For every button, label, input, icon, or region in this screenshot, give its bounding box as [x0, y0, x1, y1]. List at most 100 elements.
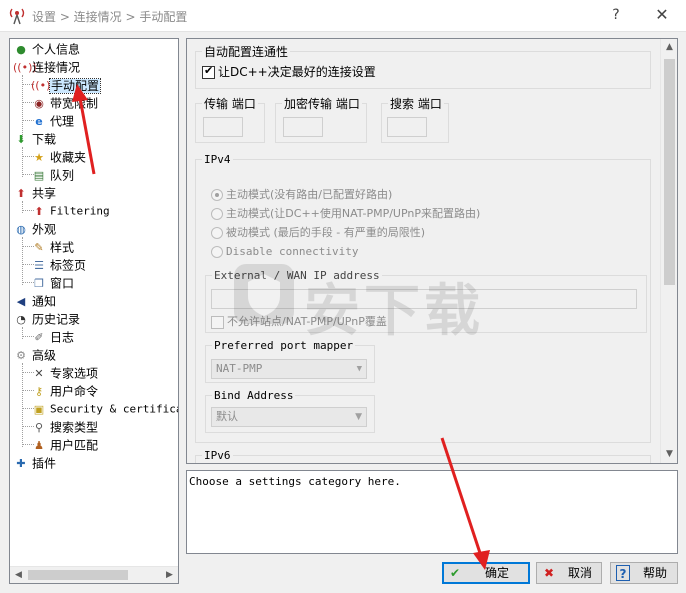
- chevron-down-icon: ▼: [356, 364, 362, 374]
- tree-item-user-matching[interactable]: ♟ 用户匹配: [31, 436, 98, 454]
- encrypted-port-legend: 加密传输 端口: [284, 97, 360, 111]
- cross-icon: ✖: [543, 566, 555, 580]
- plugin-icon: ✚: [16, 456, 26, 470]
- tree-item-personal-info[interactable]: ● 个人信息: [13, 40, 80, 58]
- search-port-input[interactable]: [387, 117, 427, 137]
- bind-address-legend: Bind Address: [214, 389, 294, 402]
- settings-category-tree[interactable]: ● 个人信息 ((•))连接情况 ((•))手动配置 ◉ 带宽限制 e 代理 ⬇ 下载 …: [9, 38, 179, 584]
- queue-icon: ▤: [33, 168, 45, 182]
- antenna-icon: ((•)): [13, 60, 37, 74]
- tree-item-tabs[interactable]: ☰ 标签页: [31, 256, 86, 274]
- tree-item-favorites[interactable]: ★ 收藏夹: [31, 148, 86, 166]
- tree-item-bandwidth-limit[interactable]: ◉ 带宽限制: [31, 94, 98, 112]
- tree-item-queue[interactable]: ▤ 队列: [31, 166, 74, 184]
- settings-vertical-scrollbar[interactable]: ▲ ▼: [660, 39, 677, 463]
- transfer-port-input[interactable]: [203, 117, 243, 137]
- scroll-left-icon[interactable]: ◀: [10, 567, 27, 583]
- scroll-down-icon[interactable]: ▼: [661, 446, 677, 463]
- folder-star-icon: ★: [34, 150, 44, 164]
- radio-button[interactable]: [211, 208, 223, 220]
- radio-button[interactable]: [211, 189, 223, 201]
- radio-button[interactable]: [211, 246, 223, 258]
- magnifier-icon: ⚲: [34, 420, 44, 434]
- encrypted-port-input[interactable]: [283, 117, 323, 137]
- tree-item-proxy[interactable]: e 代理: [31, 112, 74, 130]
- palette-icon: ✎: [34, 240, 44, 254]
- download-arrow-icon: ⬇: [16, 132, 26, 146]
- upload-arrow-icon: ⬆: [34, 204, 44, 218]
- tree-item-user-commands[interactable]: ⚷ 用户命令: [31, 382, 98, 400]
- tree-connector: [22, 201, 23, 213]
- tree-item-manual-config[interactable]: ((•))手动配置: [31, 76, 102, 94]
- close-button[interactable]: ✕: [648, 4, 676, 26]
- help-icon: ?: [616, 565, 630, 581]
- mode-passive-radio[interactable]: 被动模式 (最后的手段 - 有严重的局限性): [211, 226, 425, 240]
- radio-button[interactable]: [211, 227, 223, 239]
- gauge-icon: ◉: [34, 96, 44, 110]
- tree-item-advanced[interactable]: ⚙ 高级: [13, 346, 56, 364]
- ie-icon: e: [35, 114, 43, 128]
- cancel-button[interactable]: ✖ 取消: [536, 562, 602, 584]
- scroll-right-icon[interactable]: ▶: [161, 567, 178, 583]
- autodetect-checkbox[interactable]: ✔ 让DC++决定最好的连接设置: [202, 64, 376, 79]
- mode-active-upnp-radio[interactable]: 主动模式(让DC++使用NAT-PMP/UPnP来配置路由): [211, 207, 480, 221]
- tree-item-styles[interactable]: ✎ 样式: [31, 238, 74, 256]
- ipv6-legend: IPv6: [204, 449, 231, 462]
- tree-item-plugins[interactable]: ✚ 插件: [13, 454, 56, 472]
- radio-dot: [215, 193, 219, 197]
- transfer-port-legend: 传输 端口: [204, 97, 256, 111]
- autodetect-legend: 自动配置连通性: [204, 45, 289, 59]
- tree-connector: [22, 327, 23, 339]
- checkbox-box[interactable]: [211, 315, 224, 329]
- help-button[interactable]: ? 帮助: [610, 562, 678, 584]
- checkmark-icon: ✔: [204, 64, 214, 77]
- users-icon: ♟: [34, 438, 44, 452]
- scroll-thumb[interactable]: [28, 570, 128, 580]
- mode-disable-radio[interactable]: Disable connectivity: [211, 245, 358, 259]
- port-mapper-select[interactable]: NAT-PMP ▼: [211, 359, 367, 379]
- checkmark-icon: ✔: [449, 566, 461, 580]
- tree-item-logs[interactable]: ✐ 日志: [31, 328, 74, 346]
- external-ip-input[interactable]: [211, 289, 637, 309]
- antenna-icon: ((•)): [31, 78, 55, 92]
- tree-item-security-certificates[interactable]: ▣ Security & certificat: [31, 400, 178, 418]
- tabs-icon: ☰: [34, 258, 44, 272]
- log-icon: ✐: [34, 330, 44, 344]
- antenna-app-icon: [9, 8, 25, 25]
- tree-item-sharing[interactable]: ⬆ 共享: [13, 184, 56, 202]
- checkbox-box[interactable]: ✔: [202, 64, 215, 79]
- clock-icon: ◔: [16, 312, 26, 326]
- tools-icon: ✕: [34, 366, 44, 380]
- ipv4-legend: IPv4: [204, 153, 231, 166]
- title-help-button[interactable]: ?: [604, 4, 628, 26]
- bind-address-select[interactable]: 默认 ▼: [211, 407, 367, 427]
- tree-item-filtering[interactable]: ⬆ Filtering: [31, 202, 109, 220]
- search-port-legend: 搜索 端口: [390, 97, 442, 111]
- scroll-thumb[interactable]: [664, 59, 675, 285]
- tree-item-windows[interactable]: ❐ 窗口: [31, 274, 74, 292]
- scroll-up-icon[interactable]: ▲: [661, 39, 677, 56]
- tree-item-notifications[interactable]: ◀ 通知: [13, 292, 56, 310]
- chevron-down-icon: ▼: [355, 412, 362, 422]
- tree-item-search-types[interactable]: ⚲ 搜索类型: [31, 418, 98, 436]
- tree-item-appearance[interactable]: ◍ 外观: [13, 220, 56, 238]
- tree-connector: [22, 237, 23, 285]
- description-box: Choose a settings category here.: [186, 470, 678, 554]
- tree-item-connectivity[interactable]: ((•))连接情况: [13, 58, 80, 76]
- tree-horizontal-scrollbar[interactable]: ◀ ▶: [10, 566, 178, 583]
- speaker-icon: ◀: [16, 294, 26, 308]
- external-ip-legend: External / WAN IP address: [214, 269, 380, 282]
- tree-item-expert-options[interactable]: ✕ 专家选项: [31, 364, 98, 382]
- tree-item-downloads[interactable]: ⬇ 下载: [13, 130, 56, 148]
- lock-icon: ▣: [33, 402, 45, 416]
- mode-active-radio[interactable]: 主动模式(没有路由/已配置好路由): [211, 188, 392, 202]
- no-override-checkbox[interactable]: 不允许站点/NAT-PMP/UPnP覆盖: [211, 315, 387, 329]
- window-breadcrumb: 设置 > 连接情况 > 手动配置: [32, 10, 188, 24]
- window-icon: ❐: [34, 276, 44, 290]
- ok-button[interactable]: ✔ 确定: [442, 562, 530, 584]
- tree-item-history[interactable]: ◔ 历史记录: [13, 310, 80, 328]
- tree-connector: [22, 363, 23, 447]
- ipv6-group: IPv6: [195, 449, 651, 463]
- gear-icon: ⚙: [16, 348, 26, 362]
- user-icon: ●: [16, 42, 26, 56]
